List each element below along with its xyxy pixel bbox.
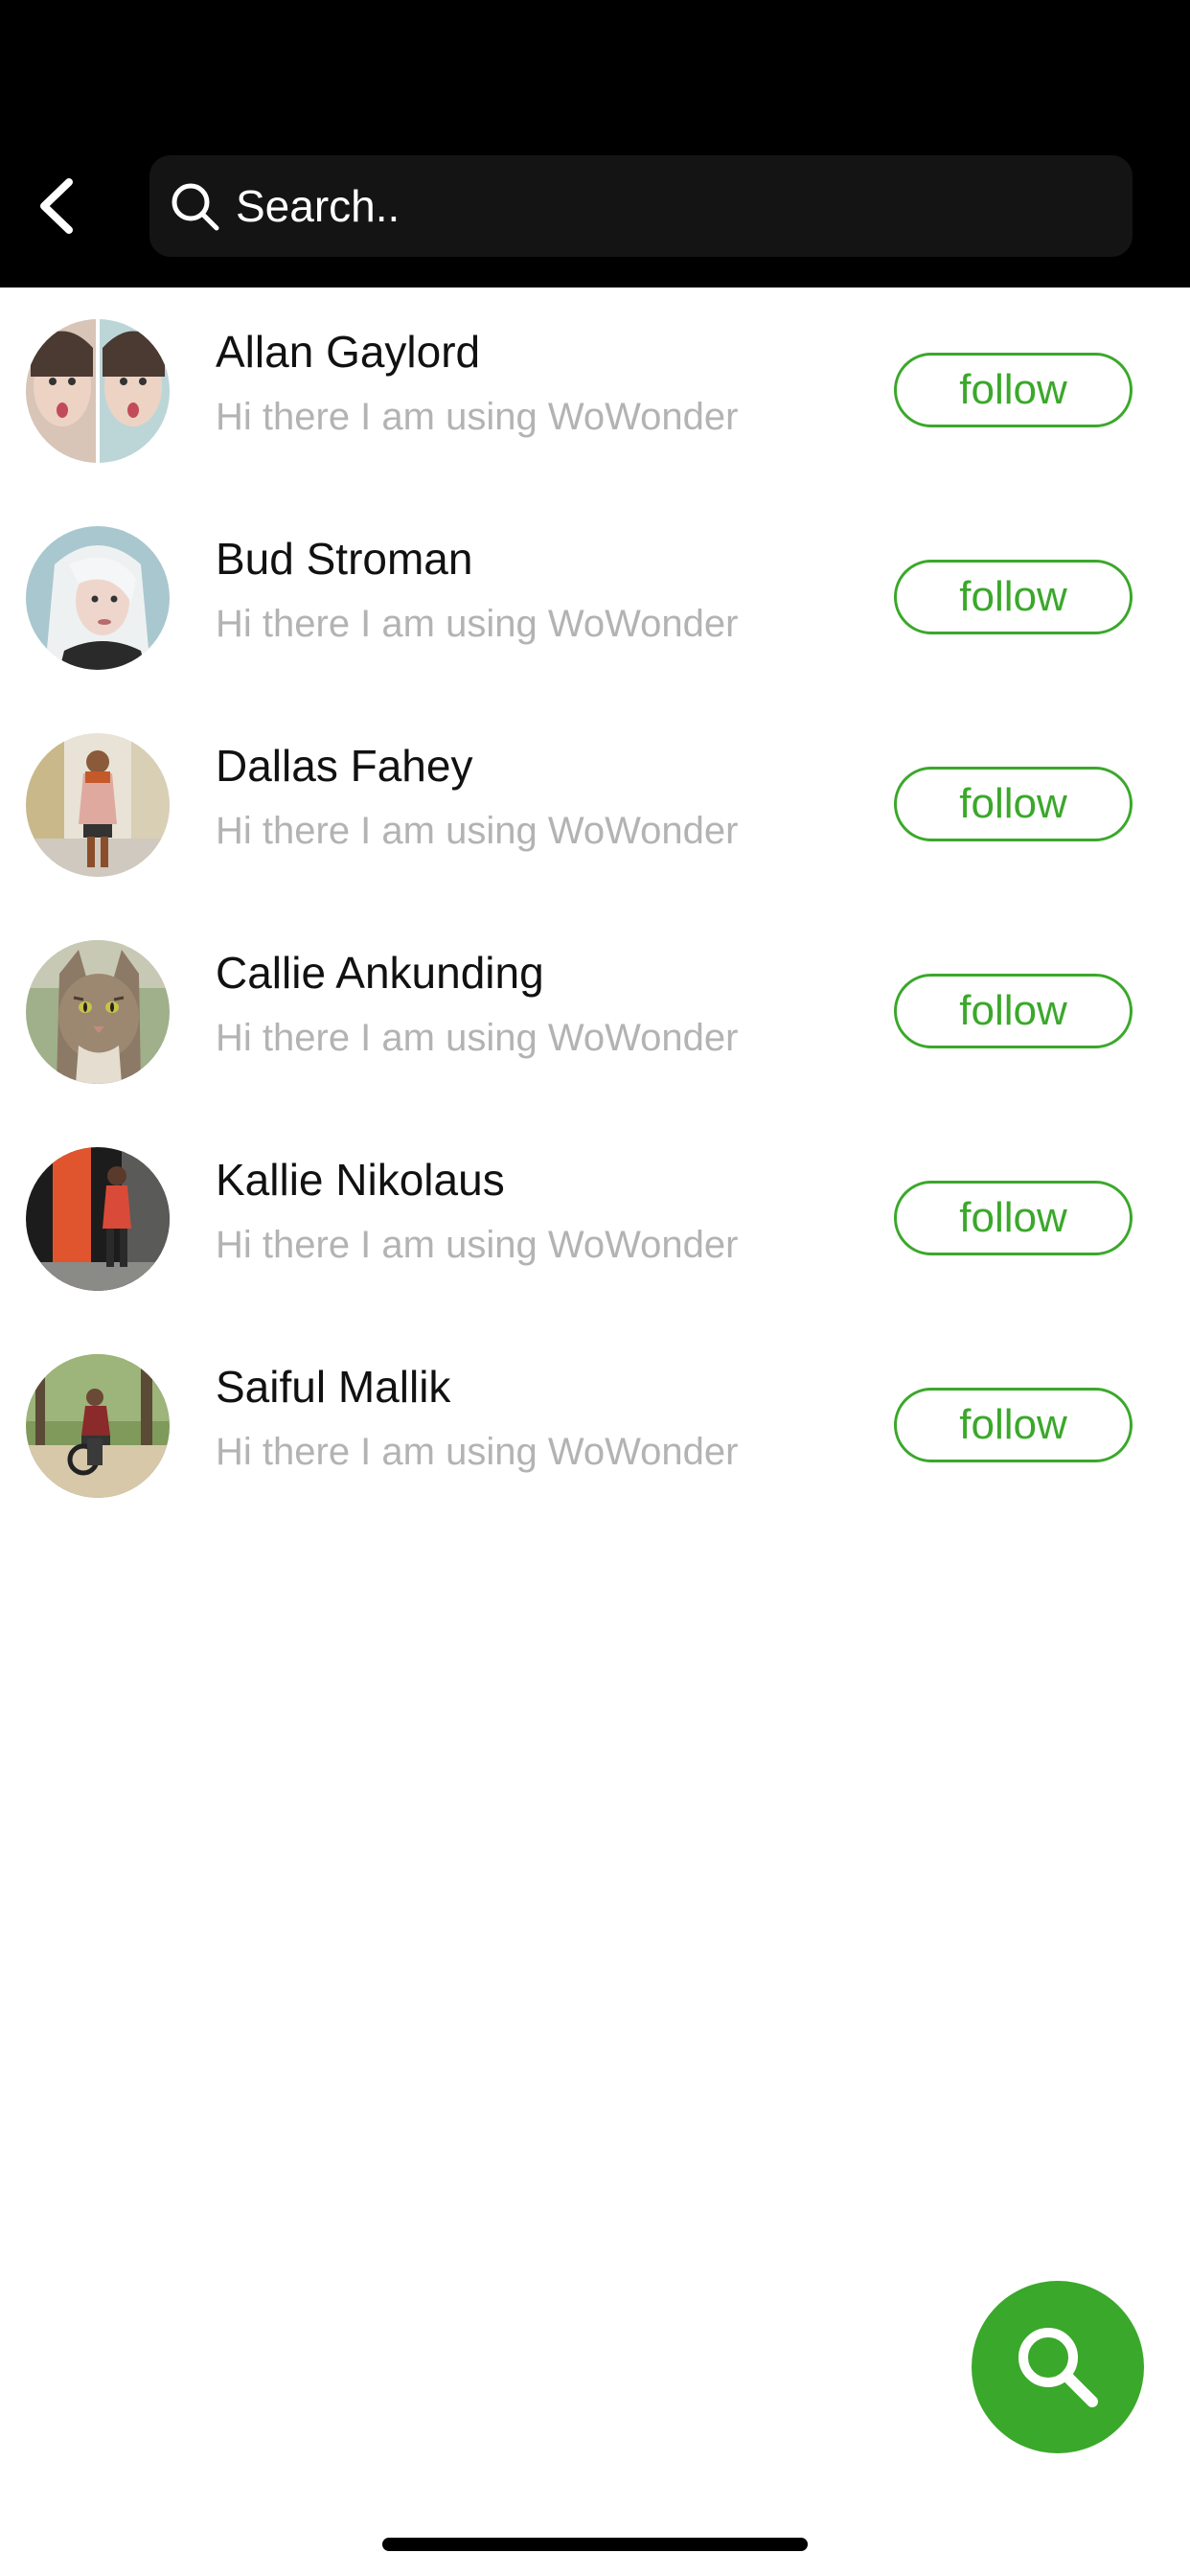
- list-item[interactable]: Kallie Nikolaus Hi there I am using WoWo…: [0, 1116, 1190, 1322]
- search-bar[interactable]: [149, 155, 1133, 257]
- user-status: Hi there I am using WoWonder: [216, 1431, 739, 1473]
- list-item[interactable]: Callie Ankunding Hi there I am using WoW…: [0, 908, 1190, 1116]
- avatar[interactable]: [26, 733, 170, 877]
- home-indicator: [382, 2538, 808, 2551]
- avatar-image: [26, 1147, 170, 1291]
- chevron-left-icon: [40, 178, 73, 234]
- user-list: Allan Gaylord Hi there I am using WoWond…: [0, 288, 1190, 1530]
- user-name[interactable]: Kallie Nikolaus: [216, 1154, 505, 1206]
- avatar[interactable]: [26, 1354, 170, 1498]
- search-input[interactable]: [236, 155, 1098, 257]
- top-bar: [0, 0, 1190, 288]
- user-name[interactable]: Allan Gaylord: [216, 326, 480, 378]
- list-item[interactable]: Allan Gaylord Hi there I am using WoWond…: [0, 288, 1190, 494]
- user-status: Hi there I am using WoWonder: [216, 603, 739, 645]
- screen: Allan Gaylord Hi there I am using WoWond…: [0, 0, 1190, 2576]
- search-icon: [172, 183, 219, 231]
- user-name[interactable]: Bud Stroman: [216, 533, 472, 585]
- follow-button[interactable]: follow: [894, 1388, 1133, 1462]
- avatar[interactable]: [26, 319, 170, 463]
- avatar-image: [26, 1354, 170, 1498]
- avatar-image: [26, 319, 170, 463]
- follow-button[interactable]: follow: [894, 353, 1133, 427]
- back-button[interactable]: [23, 163, 90, 249]
- list-item[interactable]: Saiful Mallik Hi there I am using WoWond…: [0, 1322, 1190, 1530]
- avatar[interactable]: [26, 526, 170, 670]
- avatar-image: [26, 940, 170, 1084]
- follow-button[interactable]: follow: [894, 974, 1133, 1048]
- list-item[interactable]: Bud Stroman Hi there I am using WoWonder…: [0, 494, 1190, 702]
- user-status: Hi there I am using WoWonder: [216, 396, 739, 438]
- user-name[interactable]: Dallas Fahey: [216, 740, 472, 792]
- user-name[interactable]: Saiful Mallik: [216, 1361, 450, 1413]
- search-fab-button[interactable]: [972, 2281, 1144, 2453]
- list-item[interactable]: Dallas Fahey Hi there I am using WoWonde…: [0, 702, 1190, 908]
- user-name[interactable]: Callie Ankunding: [216, 947, 544, 999]
- avatar-image: [26, 526, 170, 670]
- user-status: Hi there I am using WoWonder: [216, 810, 739, 852]
- user-status: Hi there I am using WoWonder: [216, 1017, 739, 1059]
- avatar[interactable]: [26, 940, 170, 1084]
- follow-button[interactable]: follow: [894, 560, 1133, 634]
- follow-button[interactable]: follow: [894, 1181, 1133, 1255]
- avatar-image: [26, 733, 170, 877]
- search-icon: [1018, 2328, 1098, 2407]
- avatar[interactable]: [26, 1147, 170, 1291]
- user-status: Hi there I am using WoWonder: [216, 1224, 739, 1266]
- follow-button[interactable]: follow: [894, 767, 1133, 841]
